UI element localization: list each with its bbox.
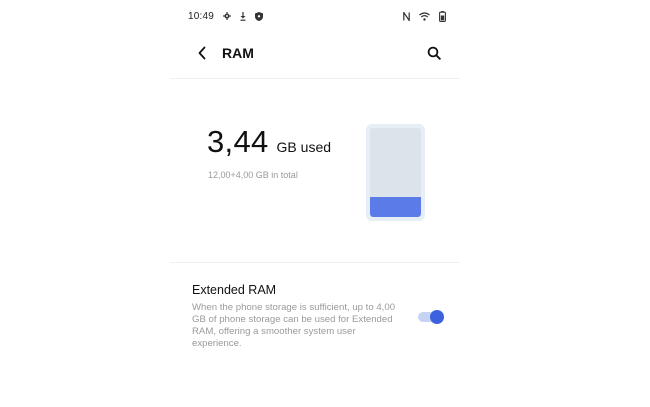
download-icon [240,11,246,21]
search-icon[interactable] [424,43,444,63]
ram-used-summary: 3,44 GB used [207,124,331,160]
page-title: RAM [222,45,254,61]
toggle-thumb [430,310,444,324]
ram-usage-fill [370,197,421,217]
extended-ram-description: When the phone storage is sufficient, up… [192,302,396,349]
ram-used-value: 3,44 [207,124,269,159]
header-left: RAM [192,43,254,63]
ram-usage-graphic [366,124,425,221]
ram-settings-screen: 10:49 RAM 3,44 GB used 12,00+4,00 GB in … [170,0,460,407]
settings-gear-icon [223,12,232,20]
chevron-left-icon[interactable] [192,43,212,63]
shield-icon [255,11,264,21]
app-header: RAM [192,40,444,66]
status-time: 10:49 [188,10,215,22]
header-divider [170,78,460,79]
ram-used-unit: GB used [276,139,332,155]
extended-ram-toggle[interactable] [418,310,444,324]
battery-icon [439,10,446,22]
ram-total-text: 12,00+4,00 GB in total [208,170,298,180]
nfc-icon [403,11,410,21]
wifi-icon [419,11,430,21]
section-divider [170,262,460,263]
extended-ram-title: Extended RAM [192,283,277,297]
status-bar: 10:49 [188,8,446,24]
status-bar-right [403,10,446,22]
screenshot-frame: 10:49 RAM 3,44 GB used 12,00+4,00 GB in … [0,0,650,407]
ram-usage-track [370,128,421,217]
status-bar-left: 10:49 [188,10,264,22]
